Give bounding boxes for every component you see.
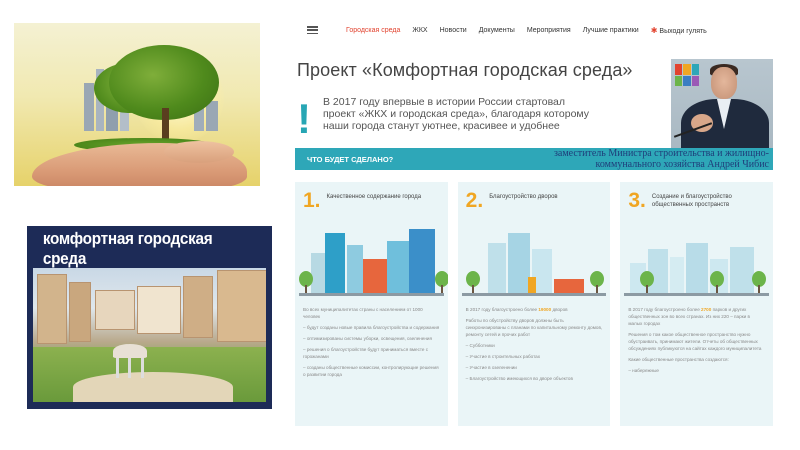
nav-item-news[interactable]: Новости	[440, 27, 467, 34]
column-lead: В 2017 году благоустроено более 2700 пар…	[628, 307, 750, 326]
column-text: Какие общественные пространства создаютс…	[628, 357, 729, 362]
courtyard-illustration	[458, 220, 611, 296]
column-text: – решения о благоустройстве будут приним…	[303, 347, 429, 359]
column-text: – набережные	[628, 368, 659, 373]
park-photo	[33, 268, 266, 402]
comfortable-city-banner: комфортная городская среда	[27, 226, 272, 409]
column-text: – Участие в строительных работах	[465, 354, 540, 359]
nav-item-city-environment[interactable]: Городская среда	[346, 27, 400, 34]
column-text: Решения о том какое общественное простра…	[628, 332, 762, 351]
column-text: – созданы общественные комиссии, контрол…	[303, 365, 439, 377]
column-label: Качественное содержание города	[326, 194, 422, 200]
info-column-1: 1. Качественное содержание города Во все…	[295, 182, 448, 426]
column-lead: В 2017 году благоустроено более 19000 дв…	[465, 307, 568, 312]
column-text: – оптимизированы системы уборки, освещен…	[303, 336, 432, 341]
website-screenshot: Городская среда ЖКХ Новости Документы Ме…	[293, 14, 773, 426]
nav-item-documents[interactable]: Документы	[479, 27, 515, 34]
hamburger-menu-icon[interactable]	[307, 26, 318, 34]
column-number: 3.	[628, 189, 646, 212]
column-text: Работы по обустройству дворов должны быт…	[465, 318, 603, 337]
column-number: 2.	[465, 189, 484, 212]
page-title: Проект «Комфортная городская среда»	[297, 60, 633, 80]
slide: комфортная городская среда Городская сре…	[0, 0, 800, 450]
info-columns: 1. Качественное содержание города Во все…	[295, 182, 773, 426]
banner-title: комфортная городская среда	[42, 229, 213, 268]
column-text: – Участие в озеленении	[465, 365, 517, 370]
column-label: Благоустройство дворов	[489, 194, 558, 200]
info-column-3: 3. Создание и благоустройство общественн…	[620, 182, 773, 426]
nav-item-events[interactable]: Мероприятия	[527, 27, 571, 34]
column-label: Создание и благоустройство общественных …	[651, 194, 732, 208]
exclamation-icon: !	[297, 95, 311, 142]
nav-item-housing[interactable]: ЖКХ	[412, 27, 427, 34]
column-number: 1.	[303, 189, 321, 212]
gazebo	[113, 344, 147, 380]
walk-icon: ✱	[650, 25, 658, 35]
column-text: – Благоустройство имеющихся во дворе объ…	[465, 376, 573, 381]
park-illustration	[620, 220, 773, 296]
column-text: – Субботники	[465, 343, 495, 348]
band-title: ЧТО БУДЕТ СДЕЛАНО?	[307, 154, 394, 164]
nav-item-go-walk[interactable]: ✱ Выходи гулять	[651, 26, 707, 35]
logo-grid-icon	[675, 64, 699, 86]
column-text: Во всех муниципалитетах страны с населен…	[303, 307, 423, 319]
city-buildings-illustration	[295, 220, 448, 296]
top-nav: Городская среда ЖКХ Новости Документы Ме…	[293, 14, 773, 46]
column-text: – будут созданы новые правила благоустро…	[303, 325, 440, 330]
portrait-caption: заместитель Министра строительства и жил…	[553, 148, 769, 170]
info-column-2: 2. Благоустройство дворов В 2017 году бл…	[457, 182, 611, 426]
intro-text: В 2017 году впервые в истории России ста…	[323, 96, 589, 132]
city-in-hand-image	[14, 23, 260, 186]
nav-item-best-practices[interactable]: Лучшие практики	[583, 27, 639, 34]
